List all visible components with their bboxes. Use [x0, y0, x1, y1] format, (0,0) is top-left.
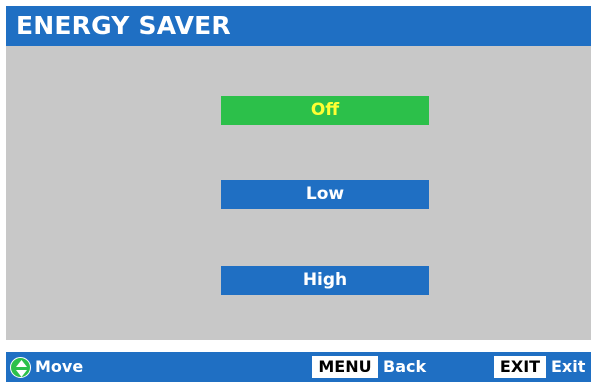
move-hint: Move: [10, 355, 83, 379]
options-panel: Off Low High: [6, 46, 591, 340]
menu-key-badge[interactable]: MENU: [312, 356, 378, 378]
up-down-arrows-icon: [10, 356, 31, 378]
exit-label: Exit: [551, 357, 586, 376]
page-title: ENERGY SAVER: [16, 11, 231, 40]
exit-hint[interactable]: EXIT Exit: [494, 355, 585, 379]
header-bar: ENERGY SAVER: [6, 6, 591, 46]
back-label: Back: [383, 357, 427, 376]
option-off[interactable]: Off: [221, 96, 429, 125]
move-label: Move: [35, 357, 84, 376]
energy-saver-screen: ENERGY SAVER Off Low High Move MENU Back…: [0, 0, 599, 385]
option-high[interactable]: High: [221, 266, 429, 295]
exit-key-badge[interactable]: EXIT: [494, 356, 546, 378]
footer-bar: Move MENU Back EXIT Exit: [6, 352, 591, 382]
option-low[interactable]: Low: [221, 180, 429, 209]
menu-back-hint[interactable]: MENU Back: [312, 355, 426, 379]
